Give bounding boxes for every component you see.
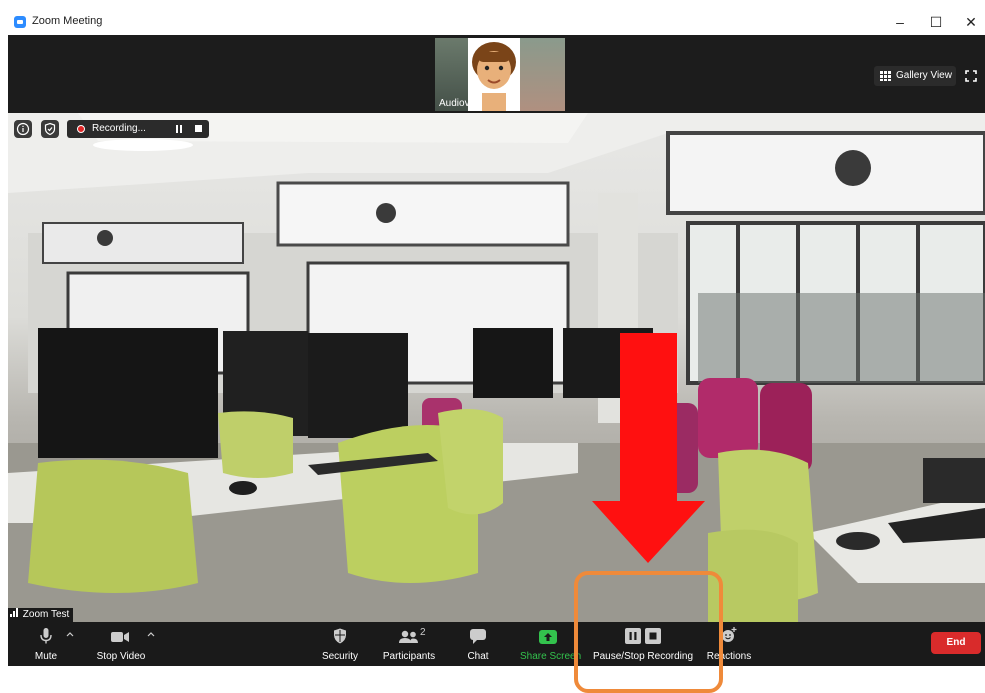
participant-name: Zoom Test [22,609,70,620]
stop-icon[interactable] [195,125,202,132]
gallery-grid-icon [880,71,891,81]
chat-label: Chat [467,651,489,662]
down-arrow-annotation [592,333,705,563]
record-dot-icon [77,125,85,133]
mute-button[interactable]: Mute [28,622,64,666]
recording-button-highlight [574,571,723,693]
mute-label: Mute [34,651,58,662]
participant-name-tag: Zoom Test [8,608,74,622]
recording-indicator: Recording... [67,120,209,138]
pause-icon[interactable] [176,125,182,133]
end-meeting-button[interactable]: End [931,632,981,654]
recording-status-text: Recording... [92,123,146,134]
window-title: Zoom Meeting [32,15,103,27]
encryption-button[interactable] [41,120,59,138]
gallery-view-label: Gallery View [896,70,952,81]
close-button[interactable]: ✕ [953,10,985,35]
signal-icon [10,608,18,617]
zoom-window: Zoom Meeting – ☐ ✕ Audiov Gallery View R… [8,10,985,666]
avatar-face-icon [472,42,516,111]
share-arrow-icon [539,630,557,644]
security-shield-icon [334,628,346,644]
gallery-view-button[interactable]: Gallery View [874,66,956,86]
title-bar: Zoom Meeting – ☐ ✕ [8,10,985,35]
main-video: Recording... Zoom Test [8,113,985,622]
info-icon [16,122,30,136]
maximize-icon: ☐ [929,14,943,30]
meeting-toolbar: Mute Stop Video Security 2 Participants … [8,622,985,666]
stop-video-label: Stop Video [96,651,146,662]
microphone-icon [40,628,52,644]
shield-icon [44,122,56,136]
stop-video-button[interactable]: Stop Video [92,622,150,666]
share-screen-button[interactable]: Share Screen [520,622,582,666]
security-button[interactable]: Security [316,622,364,666]
close-icon: ✕ [965,14,977,30]
participant-thumbnail[interactable]: Audiov [435,38,565,111]
security-label: Security [321,651,359,662]
share-screen-label: Share Screen [520,651,582,662]
classroom-scene [8,113,985,622]
chat-button[interactable]: Chat [460,622,496,666]
participants-icon [399,630,418,643]
app-icon [14,16,26,28]
participants-label: Participants [382,651,436,662]
video-camera-icon [111,632,129,642]
thumbnail-background-right [517,38,565,111]
chevron-up-icon[interactable] [66,630,74,638]
participants-count: 2 [420,627,426,638]
chevron-up-icon[interactable] [147,630,155,638]
minimize-button[interactable]: – [882,10,918,35]
participants-button[interactable]: 2 Participants [378,622,440,666]
thumbnail-strip: Audiov Gallery View [8,35,985,113]
chat-icon [470,629,486,644]
minimize-icon: – [896,14,904,30]
fullscreen-icon[interactable] [965,70,977,82]
thumbnail-name-label: Audiov [439,98,470,109]
reactions-icon [722,627,737,642]
meeting-info-button[interactable] [14,120,32,138]
maximize-button[interactable]: ☐ [918,10,954,35]
avatar [468,38,520,111]
